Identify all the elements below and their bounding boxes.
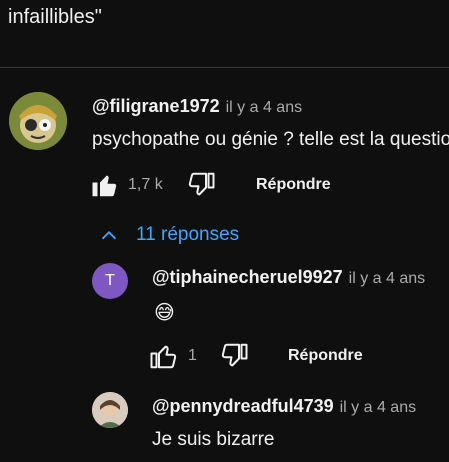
reply-handle[interactable]: @tiphainecheruel9927 xyxy=(152,267,343,287)
like-button[interactable] xyxy=(88,168,122,202)
dislike-button[interactable] xyxy=(184,168,218,202)
character-avatar-image xyxy=(9,92,67,150)
avatar[interactable] xyxy=(9,92,67,150)
reply-handle[interactable]: @pennydreadful4739 xyxy=(152,396,334,416)
reply-button[interactable]: Répondre xyxy=(256,176,331,194)
thumbs-up-icon xyxy=(92,175,117,197)
dislike-button[interactable] xyxy=(217,339,251,373)
reply-time[interactable]: il y a 4 ans xyxy=(349,270,425,287)
comment-text: psychopathe ou génie ? telle est la ques… xyxy=(92,129,449,150)
thumbs-down-icon xyxy=(188,172,215,196)
comment-author[interactable]: @filigrane1972 il y a 4 ans xyxy=(92,96,302,117)
avatar-letter: T xyxy=(105,272,115,289)
reply-time[interactable]: il y a 4 ans xyxy=(340,399,416,416)
avatar[interactable] xyxy=(92,392,128,428)
thumbs-up-icon xyxy=(150,345,177,369)
previous-comment-text-tail: infaillibles" xyxy=(8,6,102,28)
like-count: 1 xyxy=(188,347,197,364)
thumbs-down-icon xyxy=(221,343,248,367)
avatar[interactable]: T xyxy=(92,263,128,299)
divider xyxy=(0,67,449,68)
reply-button[interactable]: Répondre xyxy=(288,347,363,365)
replies-toggle[interactable]: 11 réponses xyxy=(98,224,239,246)
chevron-up-icon xyxy=(101,230,117,240)
like-count: 1,7 k xyxy=(128,176,163,193)
reply-text: 😅 xyxy=(154,302,175,324)
comment-time[interactable]: il y a 4 ans xyxy=(226,99,302,116)
reply-author[interactable]: @pennydreadful4739 il y a 4 ans xyxy=(152,396,416,417)
reply-author[interactable]: @tiphainecheruel9927 il y a 4 ans xyxy=(152,267,425,288)
person-avatar-image xyxy=(92,392,128,428)
comment-handle[interactable]: @filigrane1972 xyxy=(92,96,220,116)
like-button[interactable] xyxy=(147,339,181,373)
replies-count-label: 11 réponses xyxy=(136,224,240,245)
reply-text: Je suis bizarre xyxy=(152,429,275,450)
